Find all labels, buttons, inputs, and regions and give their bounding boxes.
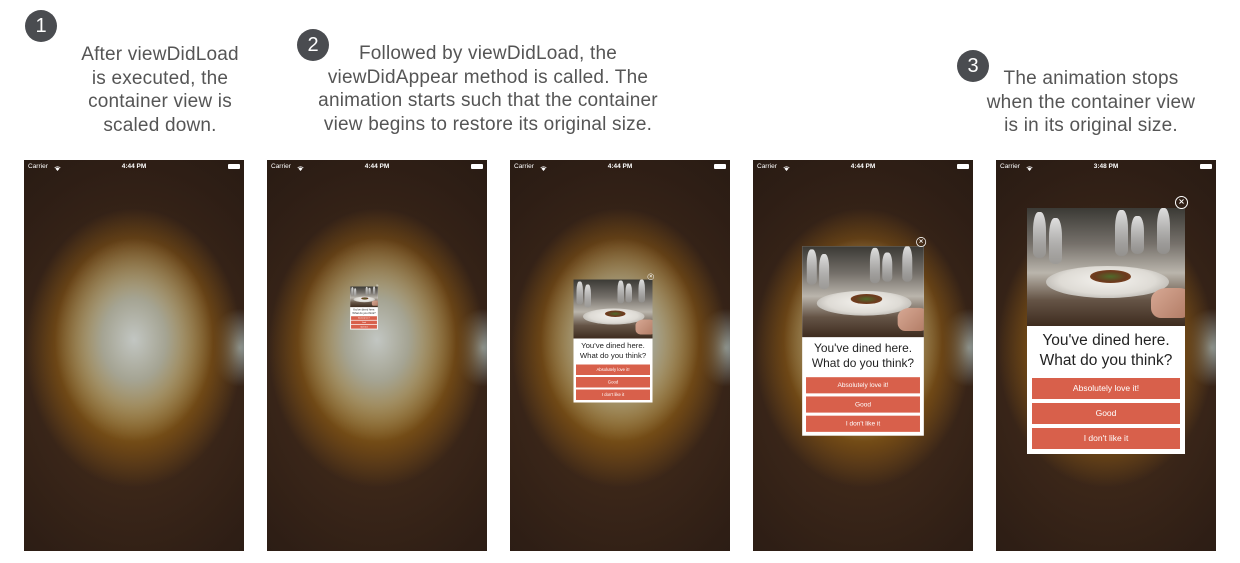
question-text: You've dined here. What do you think? xyxy=(350,308,378,315)
dont-like-it-button[interactable]: I don't like it xyxy=(576,389,650,400)
status-bar: Carrier 4:44 PM xyxy=(24,160,244,173)
rating-popup: × You've dined here. What do you think? Abs… xyxy=(573,273,654,402)
close-icon[interactable]: × xyxy=(647,273,654,280)
absolutely-love-it-button[interactable]: Absolutely love it! xyxy=(806,376,920,393)
question-text: You've dined here. What do you think? xyxy=(1027,331,1185,371)
status-time: 4:44 PM xyxy=(607,163,633,170)
battery-icon xyxy=(471,164,483,169)
question-line: What do you think? xyxy=(352,311,376,315)
rating-popup: × You've dined here. What do you think? Abs… xyxy=(350,283,379,330)
question-line: What do you think? xyxy=(1039,351,1173,369)
question-line: You've dined here. xyxy=(352,307,376,311)
caption-line: view begins to restore its original size… xyxy=(323,113,653,135)
restaurant-photo xyxy=(1027,207,1185,326)
battery-icon xyxy=(957,164,969,169)
restaurant-photo xyxy=(573,279,653,338)
caption-line: After viewDidLoad xyxy=(81,44,239,65)
status-bar: Carrier 4:44 PM xyxy=(753,160,973,173)
phone-screen-4: Carrier 4:44 PM × You've dined here. What do… xyxy=(753,160,973,551)
step-3-caption: The animation stops when the container v… xyxy=(976,67,1206,138)
good-button[interactable]: Good xyxy=(576,376,650,387)
step-1-badge: 1 xyxy=(25,10,57,42)
question-line: You've dined here. xyxy=(813,341,913,355)
step-2-caption: Followed by viewDidLoad, the viewDidAppe… xyxy=(306,42,670,136)
status-time: 3:48 PM xyxy=(1093,163,1119,170)
close-icon[interactable]: × xyxy=(376,283,379,287)
question-line: What do you think? xyxy=(811,356,915,370)
status-bar: Carrier 4:44 PM xyxy=(510,160,730,173)
caption-line: scaled down. xyxy=(103,114,217,136)
status-time: 4:44 PM xyxy=(364,163,390,170)
rating-popup: × You've dined here. What do you think? Abs… xyxy=(1027,195,1188,454)
status-time: 4:44 PM xyxy=(850,163,876,170)
absolutely-love-it-button[interactable]: Absolutely love it! xyxy=(576,364,650,375)
battery-icon xyxy=(714,164,726,169)
rating-popup: × You've dined here. What do you think? Abs… xyxy=(802,236,927,436)
caption-line: The animation stops xyxy=(1003,68,1179,89)
restaurant-photo xyxy=(802,245,924,337)
good-button[interactable]: Good xyxy=(351,320,377,324)
close-icon[interactable]: × xyxy=(1175,195,1188,209)
phone-screen-5: Carrier 3:48 PM × You've dined here. What do… xyxy=(996,160,1216,551)
caption-line: container view is xyxy=(88,91,232,112)
status-bar: Carrier 4:44 PM xyxy=(267,160,487,173)
caption-line: is in its original size. xyxy=(1004,115,1178,136)
dont-like-it-button[interactable]: I don't like it xyxy=(806,415,920,432)
battery-icon xyxy=(228,164,240,169)
question-line: You've dined here. xyxy=(1042,331,1170,349)
dont-like-it-button[interactable]: I don't like it xyxy=(351,324,377,329)
caption-line: when the container view xyxy=(986,91,1196,113)
blurred-restaurant-background xyxy=(267,160,487,551)
question-text: You've dined here. What do you think? xyxy=(802,341,924,372)
phone-screen-2: Carrier 4:44 PM × You've dined here. What do… xyxy=(267,160,487,551)
close-icon[interactable]: × xyxy=(916,236,927,247)
step-1-caption: After viewDidLoad is executed, the conta… xyxy=(40,43,280,137)
good-button[interactable]: Good xyxy=(806,395,920,413)
absolutely-love-it-button[interactable]: Absolutely love it! xyxy=(1032,377,1180,399)
dont-like-it-button[interactable]: I don't like it xyxy=(1032,427,1180,449)
battery-icon xyxy=(1200,164,1212,169)
caption-line: animation starts such that the container xyxy=(318,90,658,111)
absolutely-love-it-button[interactable]: Absolutely love it! xyxy=(351,315,377,320)
phone-screen-3: Carrier 4:44 PM × You've dined here. What do… xyxy=(510,160,730,551)
status-bar: Carrier 3:48 PM xyxy=(996,160,1216,173)
question-line: You've dined here. xyxy=(581,341,645,350)
caption-line: Followed by viewDidLoad, the xyxy=(358,43,618,64)
status-time: 4:44 PM xyxy=(121,163,147,170)
caption-line: viewDidAppear method is called. The xyxy=(327,66,649,88)
question-text: You've dined here. What do you think? xyxy=(574,341,653,361)
restaurant-photo xyxy=(350,285,378,307)
caption-line: is executed, the xyxy=(91,67,229,89)
blurred-restaurant-background xyxy=(24,160,244,551)
question-line: What do you think? xyxy=(579,351,647,360)
good-button[interactable]: Good xyxy=(1032,402,1180,424)
phone-screen-1: Carrier 4:44 PM xyxy=(24,160,244,551)
